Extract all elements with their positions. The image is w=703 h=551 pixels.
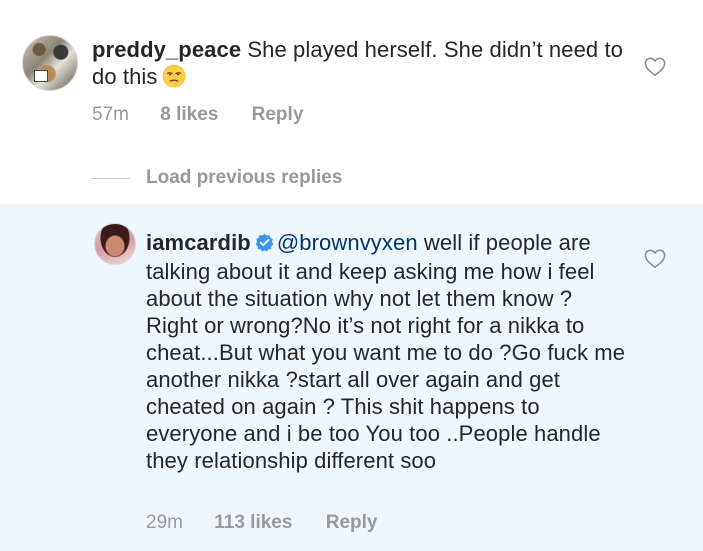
reply-username[interactable]: iamcardib — [146, 230, 251, 255]
avatar[interactable] — [22, 35, 78, 91]
reply-text: iamcardib @brownvyxen well if people are… — [146, 229, 626, 474]
reply-button[interactable]: Reply — [326, 512, 378, 534]
avatar-detail — [34, 70, 48, 82]
reply-avatar[interactable] — [94, 223, 136, 265]
comment-likes-button[interactable]: 8 likes — [160, 104, 218, 126]
reply-body: well if people are talking about it and … — [146, 230, 626, 473]
comment-text: preddy_peace She played herself. She did… — [92, 36, 632, 94]
verified-badge-icon — [255, 231, 274, 258]
like-heart-icon[interactable] — [644, 249, 666, 269]
like-heart-icon[interactable] — [644, 57, 666, 77]
unamused-face-icon — [162, 64, 186, 94]
reply-button[interactable]: Reply — [252, 104, 304, 126]
load-previous-replies-label: Load previous replies — [146, 167, 343, 188]
comments-screen: preddy_peace She played herself. She did… — [0, 0, 703, 551]
comment-username[interactable]: preddy_peace — [92, 37, 241, 62]
mention-link[interactable]: @brownvyxen — [277, 230, 418, 255]
load-previous-replies-button[interactable]: Load previous replies — [92, 164, 342, 192]
comment-item: preddy_peace She played herself. She did… — [0, 0, 703, 152]
reply-meta: 29m 113 likes Reply — [146, 512, 377, 534]
reply-likes-button[interactable]: 113 likes — [214, 512, 292, 534]
comment-time: 57m — [92, 104, 129, 125]
reply-time: 29m — [146, 512, 183, 533]
comment-meta: 57m 8 likes Reply — [92, 104, 303, 126]
divider-line — [92, 177, 130, 179]
